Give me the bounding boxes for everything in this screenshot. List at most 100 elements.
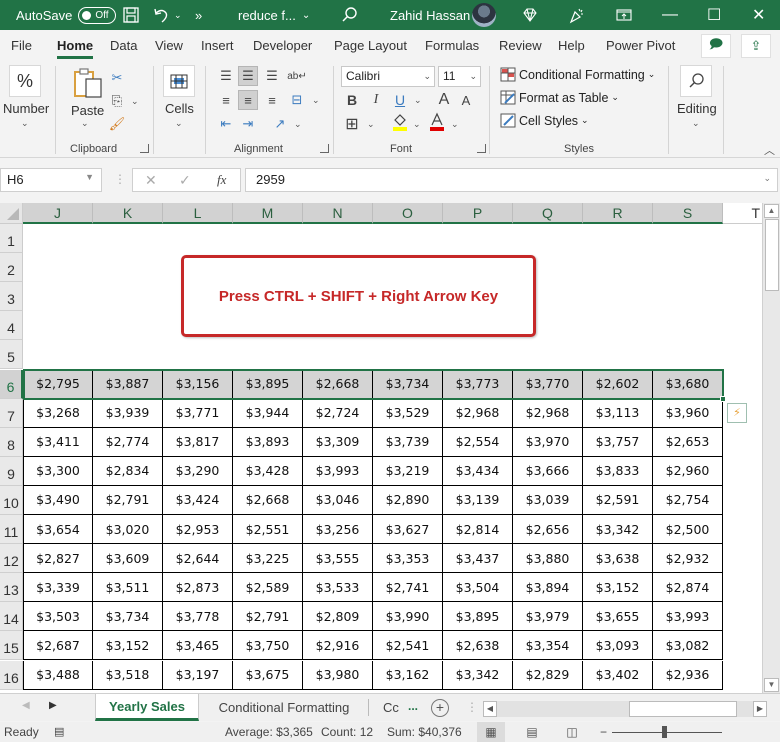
number-format-button[interactable]: % bbox=[9, 65, 41, 97]
cell-k14[interactable]: $3,734 bbox=[93, 602, 163, 632]
row-header-3[interactable]: 3 bbox=[0, 282, 23, 312]
sheet-tab-yearly-sales[interactable]: Yearly Sales bbox=[95, 694, 199, 721]
row-header-12[interactable]: 12 bbox=[0, 544, 23, 574]
cell-q8[interactable]: $3,970 bbox=[513, 427, 583, 457]
document-title[interactable]: reduce f... ⌄ bbox=[238, 0, 310, 30]
conditional-formatting-button[interactable]: Conditional Formatting ⌄ bbox=[500, 67, 655, 82]
cell-k6[interactable]: $3,887 bbox=[93, 369, 163, 399]
underline-dropdown-icon[interactable]: ⌄ bbox=[414, 95, 422, 106]
cell-p15[interactable]: $2,638 bbox=[443, 631, 513, 661]
borders-dropdown-icon[interactable]: ⌄ bbox=[367, 119, 375, 130]
cell-m16[interactable]: $3,675 bbox=[233, 660, 303, 690]
tab-developer[interactable]: Developer bbox=[253, 38, 312, 53]
paste-label[interactable]: Paste bbox=[71, 103, 104, 118]
horizontal-scroll-thumb[interactable] bbox=[629, 701, 737, 717]
cell-k12[interactable]: $3,609 bbox=[93, 544, 163, 574]
cell-n10[interactable]: $3,046 bbox=[303, 485, 373, 515]
cell-o8[interactable]: $3,739 bbox=[373, 427, 443, 457]
copy-button[interactable]: ⎘ bbox=[107, 91, 127, 111]
maximize-button[interactable]: ☐ bbox=[707, 0, 721, 30]
cell-m11[interactable]: $2,551 bbox=[233, 515, 303, 545]
cell-s13[interactable]: $2,874 bbox=[653, 573, 723, 603]
bottom-align-button[interactable]: ☰ bbox=[262, 66, 282, 86]
cell-l10[interactable]: $3,424 bbox=[163, 485, 233, 515]
cell-r12[interactable]: $3,638 bbox=[583, 544, 653, 574]
cell-l6[interactable]: $3,156 bbox=[163, 369, 233, 399]
cell-r16[interactable]: $3,402 bbox=[583, 660, 653, 690]
cell-k15[interactable]: $3,152 bbox=[93, 631, 163, 661]
cell-r8[interactable]: $3,757 bbox=[583, 427, 653, 457]
editing-dropdown-icon[interactable]: ⌄ bbox=[692, 118, 700, 129]
cell-r15[interactable]: $3,093 bbox=[583, 631, 653, 661]
zoom-slider-thumb[interactable] bbox=[662, 726, 667, 738]
cell-j14[interactable]: $3,503 bbox=[23, 602, 93, 632]
more-commands[interactable]: » bbox=[195, 0, 202, 30]
cancel-entry-button[interactable]: ✕ bbox=[145, 172, 157, 189]
cell-q16[interactable]: $2,829 bbox=[513, 660, 583, 690]
cell-q6[interactable]: $3,770 bbox=[513, 369, 583, 399]
close-button[interactable]: ✕ bbox=[752, 0, 765, 30]
cell-j6[interactable]: $2,795 bbox=[23, 369, 93, 399]
cell-q11[interactable]: $2,656 bbox=[513, 515, 583, 545]
cell-o11[interactable]: $3,627 bbox=[373, 515, 443, 545]
autosave-toggle[interactable]: Off bbox=[78, 6, 117, 24]
vertical-scrollbar[interactable]: ▲ ▼ bbox=[762, 203, 780, 693]
cell-q13[interactable]: $3,894 bbox=[513, 573, 583, 603]
normal-view-button[interactable]: ▦ bbox=[477, 722, 505, 742]
cell-p14[interactable]: $3,895 bbox=[443, 602, 513, 632]
middle-align-button[interactable]: ☰ bbox=[238, 66, 258, 86]
cell-n9[interactable]: $3,993 bbox=[303, 456, 373, 486]
autosave[interactable]: AutoSave Off bbox=[16, 0, 117, 30]
underline-button[interactable]: U bbox=[390, 90, 410, 110]
next-sheet-button[interactable]: ▶ bbox=[49, 700, 57, 711]
cell-l14[interactable]: $3,778 bbox=[163, 602, 233, 632]
font-size-select[interactable]: 11 ⌄ bbox=[438, 66, 481, 87]
confirm-entry-button[interactable]: ✓ bbox=[179, 172, 191, 189]
column-header-p[interactable]: P bbox=[443, 203, 513, 224]
cell-r6[interactable]: $2,602 bbox=[583, 369, 653, 399]
cell-o6[interactable]: $3,734 bbox=[373, 369, 443, 399]
cell-q12[interactable]: $3,880 bbox=[513, 544, 583, 574]
cell-n16[interactable]: $3,980 bbox=[303, 660, 373, 690]
cell-l9[interactable]: $3,290 bbox=[163, 456, 233, 486]
cell-j11[interactable]: $3,654 bbox=[23, 515, 93, 545]
formula-input[interactable]: 2959 ⌄ bbox=[245, 168, 778, 192]
cell-m14[interactable]: $2,791 bbox=[233, 602, 303, 632]
tab-data[interactable]: Data bbox=[110, 38, 137, 53]
quick-analysis-button[interactable]: ⚡ bbox=[727, 402, 747, 423]
cell-j7[interactable]: $3,268 bbox=[23, 398, 93, 428]
scroll-down-button[interactable]: ▼ bbox=[764, 678, 779, 692]
row-header-15[interactable]: 15 bbox=[0, 631, 23, 661]
cell-n6[interactable]: $2,668 bbox=[303, 369, 373, 399]
paste-dropdown-icon[interactable]: ⌄ bbox=[81, 118, 89, 129]
cell-s8[interactable]: $2,653 bbox=[653, 427, 723, 457]
cell-l7[interactable]: $3,771 bbox=[163, 398, 233, 428]
cell-styles-button[interactable]: Cell Styles ⌄ bbox=[500, 113, 589, 128]
select-all-button[interactable] bbox=[0, 203, 23, 224]
format-painter-button[interactable]: 🖌 bbox=[107, 114, 127, 134]
increase-indent-button[interactable]: ⇥ bbox=[238, 114, 258, 134]
cell-r10[interactable]: $2,591 bbox=[583, 485, 653, 515]
copy-dropdown-icon[interactable]: ⌄ bbox=[131, 96, 139, 107]
cell-p11[interactable]: $2,814 bbox=[443, 515, 513, 545]
orientation-button[interactable]: ↗ bbox=[270, 114, 290, 134]
scroll-up-button[interactable]: ▲ bbox=[764, 204, 779, 218]
row-header-10[interactable]: 10 bbox=[0, 485, 23, 515]
top-align-button[interactable]: ☰ bbox=[216, 66, 236, 86]
cell-n13[interactable]: $3,533 bbox=[303, 573, 373, 603]
row-header-6[interactable]: 6 bbox=[0, 369, 23, 399]
fill-handle[interactable] bbox=[720, 395, 726, 402]
save-button[interactable] bbox=[122, 0, 140, 30]
coauthoring-button[interactable] bbox=[568, 0, 586, 30]
decrease-font-size-button[interactable]: A bbox=[456, 90, 476, 110]
collapse-ribbon-icon[interactable]: ︿ bbox=[764, 142, 775, 158]
cell-p16[interactable]: $3,342 bbox=[443, 660, 513, 690]
cell-s15[interactable]: $3,082 bbox=[653, 631, 723, 661]
row-header-5[interactable]: 5 bbox=[0, 340, 23, 370]
cell-k7[interactable]: $3,939 bbox=[93, 398, 163, 428]
align-right-button[interactable]: ≡ bbox=[262, 90, 282, 110]
cell-m9[interactable]: $3,428 bbox=[233, 456, 303, 486]
cell-n8[interactable]: $3,309 bbox=[303, 427, 373, 457]
merge-dropdown-icon[interactable]: ⌄ bbox=[312, 95, 320, 106]
format-as-table-button[interactable]: Format as Table ⌄ bbox=[500, 90, 619, 105]
